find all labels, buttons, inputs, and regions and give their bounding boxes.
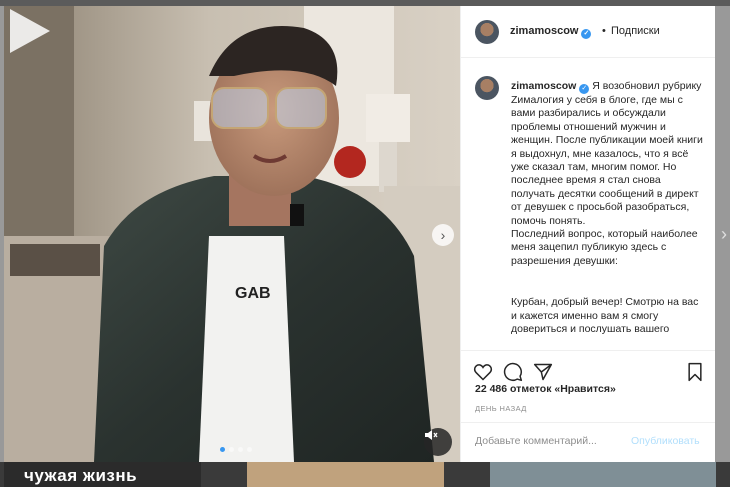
username-text[interactable]: zimamoscow bbox=[510, 25, 578, 37]
thumbnail-caption: чужая жизнь bbox=[24, 466, 138, 485]
grid-thumbnail[interactable] bbox=[490, 462, 716, 487]
verified-badge-icon: ✓ bbox=[579, 84, 590, 94]
video-frame: GAB bbox=[4, 6, 460, 462]
grid-thumbnail[interactable] bbox=[247, 462, 444, 487]
caption-area[interactable]: zimamoscow ✓ Я возобновил рубрику Zималог… bbox=[461, 58, 715, 350]
header-separator: • bbox=[602, 25, 606, 37]
play-icon[interactable] bbox=[4, 6, 54, 56]
comment-input[interactable] bbox=[475, 435, 625, 447]
heart-icon[interactable] bbox=[473, 362, 493, 382]
comment-bubble-icon[interactable] bbox=[503, 362, 523, 382]
carousel-dot bbox=[238, 447, 243, 452]
follow-status-button[interactable]: Подписки bbox=[611, 25, 660, 37]
lamp-base bbox=[379, 142, 397, 192]
clock bbox=[334, 146, 366, 178]
comment-bar: Опубликовать bbox=[461, 422, 715, 463]
post-side-panel: zimamoscow ✓ • Подписки zimamoscow ✓ Я воз… bbox=[460, 6, 715, 462]
shirt bbox=[199, 236, 294, 462]
verified-badge-icon: ✓ bbox=[581, 29, 592, 39]
caption-gap bbox=[511, 268, 707, 296]
carousel-dot bbox=[229, 447, 234, 452]
post-caption: zimamoscow ✓ Я возобновил рубрику Zималог… bbox=[511, 80, 707, 337]
header-username[interactable]: zimamoscow ✓ bbox=[510, 25, 592, 39]
post-media[interactable]: GAB › bbox=[4, 6, 460, 462]
carousel-dots bbox=[220, 447, 252, 452]
avatar[interactable] bbox=[475, 20, 499, 44]
carousel-dot bbox=[247, 447, 252, 452]
bookmark-icon[interactable] bbox=[685, 362, 705, 382]
glasses-left-lens bbox=[211, 87, 269, 129]
paper-plane-icon[interactable] bbox=[533, 362, 553, 382]
caption-paragraph: Я возобновил рубрику Zималогия у себя в … bbox=[511, 80, 703, 227]
microphone bbox=[290, 204, 304, 226]
likes-count[interactable]: 22 486 отметок «Нравится» bbox=[475, 383, 616, 395]
glasses-right-lens bbox=[275, 87, 327, 129]
carousel-dot bbox=[220, 447, 225, 452]
caption-paragraph: Последний вопрос, который наиболее меня … bbox=[511, 228, 698, 267]
post-header: zimamoscow ✓ • Подписки bbox=[461, 6, 715, 58]
publish-button[interactable]: Опубликовать bbox=[631, 435, 700, 447]
chess-board bbox=[10, 244, 100, 276]
speaker-muted-icon[interactable] bbox=[424, 428, 452, 456]
shirt-print: GAB bbox=[235, 285, 271, 302]
chevron-right-icon[interactable]: › bbox=[432, 224, 454, 246]
caption-paragraph: Курбан, добрый вечер! Смотрю на вас и ка… bbox=[511, 296, 699, 336]
next-post-arrow[interactable]: › bbox=[718, 224, 730, 244]
avatar[interactable] bbox=[475, 76, 499, 100]
lamp-shade bbox=[366, 94, 410, 142]
caption-username[interactable]: zimamoscow bbox=[511, 80, 576, 92]
post-date[interactable]: день назад bbox=[475, 404, 527, 413]
